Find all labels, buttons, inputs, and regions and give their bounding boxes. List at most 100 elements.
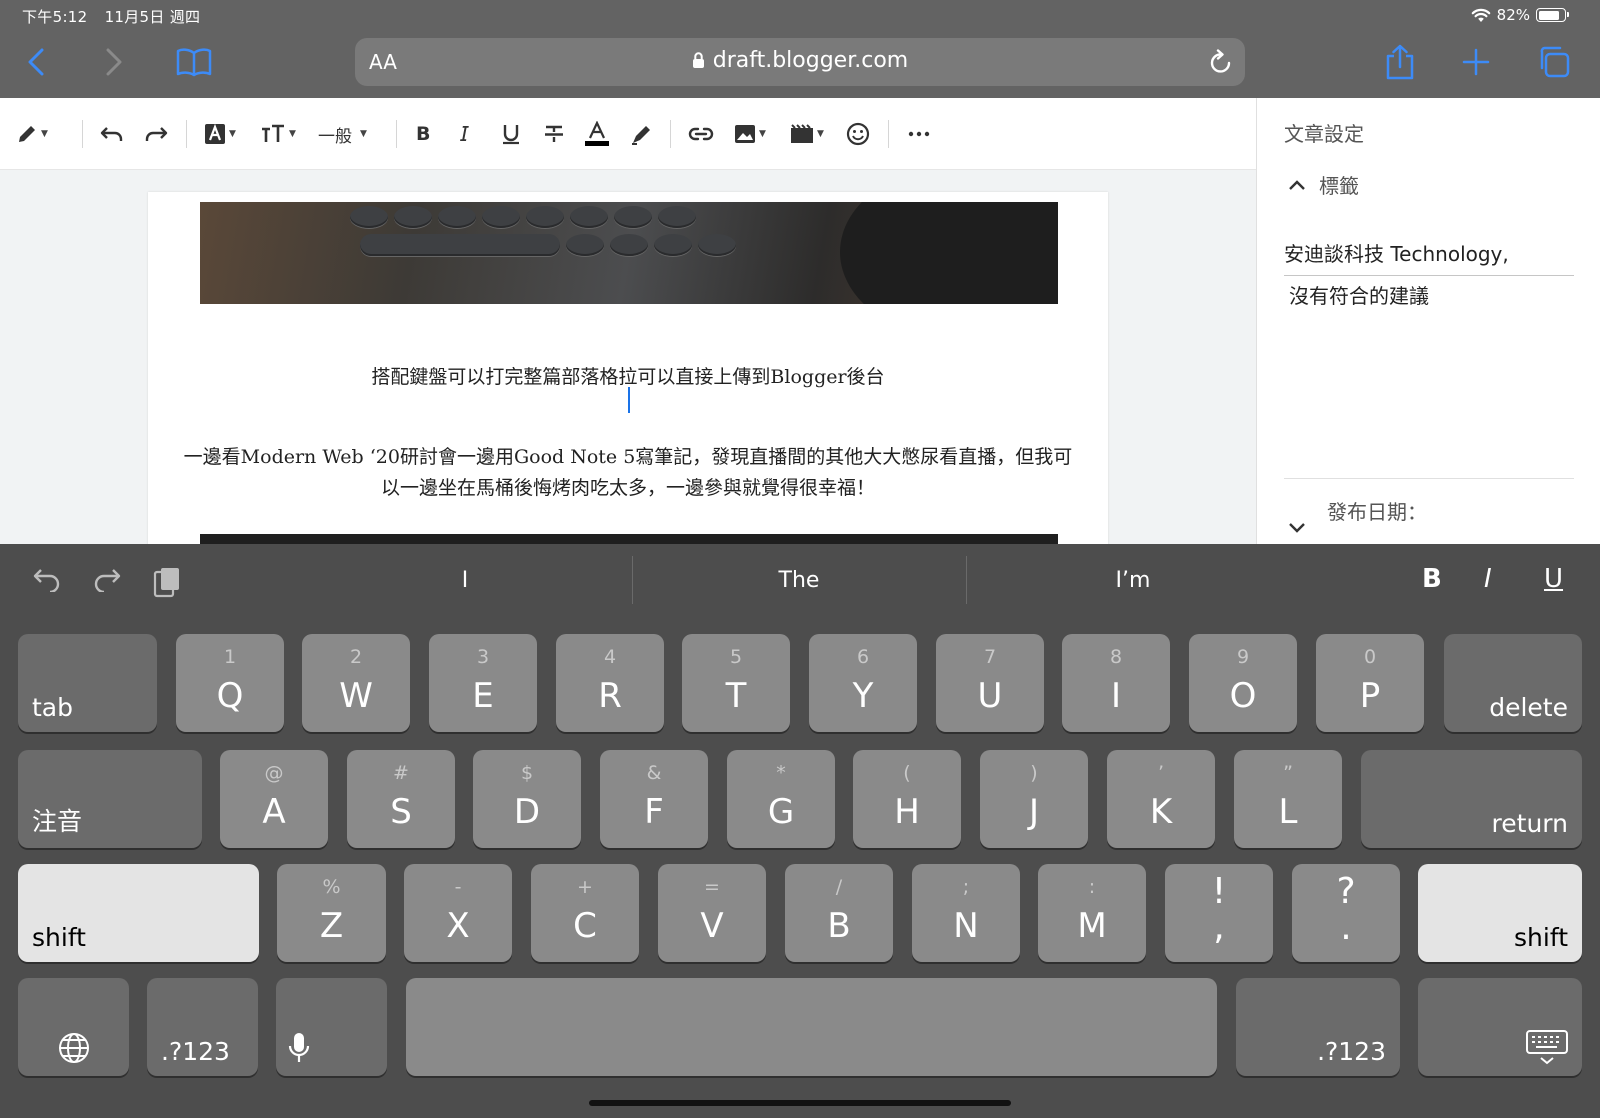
underline-button[interactable] <box>502 118 520 150</box>
keyboard-underline-button[interactable]: U <box>1544 564 1563 594</box>
key-t[interactable]: 5T <box>682 634 790 732</box>
undo-button[interactable] <box>100 118 124 150</box>
post-body[interactable]: 搭配鍵盤可以打完整篇部落格拉可以直接上傳到Blogger後台 一邊看Modern… <box>148 192 1108 552</box>
key-e[interactable]: 3E <box>429 634 537 732</box>
key-g[interactable]: * G <box>727 750 835 848</box>
highlight-button[interactable] <box>630 118 654 150</box>
return-key[interactable]: return <box>1361 750 1582 848</box>
font-size-button[interactable]: ▼ <box>260 118 296 150</box>
hide-keyboard-key[interactable] <box>1418 978 1582 1076</box>
suggestion-3[interactable]: I’m <box>968 568 1298 593</box>
keyboard-redo-button[interactable] <box>92 566 122 596</box>
key-o[interactable]: 9O <box>1189 634 1297 732</box>
more-options-button[interactable] <box>908 118 930 150</box>
key-f[interactable]: & F <box>600 750 708 848</box>
key-alt-label: # <box>393 762 409 784</box>
key-r[interactable]: 4R <box>556 634 664 732</box>
key-i[interactable]: 8I <box>1062 634 1170 732</box>
insert-link-button[interactable] <box>688 118 714 150</box>
bookmarks-button[interactable] <box>174 42 214 82</box>
keyboard-paste-button[interactable] <box>152 566 182 602</box>
input-mode-label: 注音 <box>32 807 83 836</box>
key-q[interactable]: 1Q <box>176 634 284 732</box>
labels-input[interactable]: 安迪談科技 Technology, <box>1284 238 1574 276</box>
text-color-button[interactable] <box>584 118 610 150</box>
key-label: R <box>598 676 622 716</box>
keyboard-bold-button[interactable]: B <box>1422 564 1442 594</box>
keyboard-italic-button[interactable]: I <box>1484 564 1492 594</box>
status-date: 11月5日 週四 <box>104 8 201 26</box>
font-button[interactable]: ▼ <box>204 118 236 150</box>
input-mode-key[interactable]: 注音 <box>18 750 202 848</box>
redo-button[interactable] <box>144 118 168 150</box>
key-top-label: ? <box>1336 871 1356 912</box>
delete-key[interactable]: delete <box>1444 634 1582 732</box>
numbers-key-label: .?123 <box>161 1037 230 1066</box>
key-z[interactable]: % Z <box>277 864 386 962</box>
paragraph-style-dropdown[interactable]: 一般 ▼ <box>318 118 367 150</box>
forward-button[interactable] <box>94 42 134 82</box>
key-w[interactable]: 2W <box>302 634 410 732</box>
dictation-key[interactable] <box>276 978 387 1076</box>
address-bar[interactable]: AA draft.blogger.com <box>355 38 1245 86</box>
more-horizontal-icon <box>908 131 930 137</box>
strikethrough-button[interactable] <box>544 118 564 150</box>
insert-image-button[interactable]: ▼ <box>734 118 766 150</box>
suggestion-1[interactable]: I <box>300 568 630 593</box>
emoji-button[interactable] <box>846 118 870 150</box>
tabs-button[interactable] <box>1534 42 1574 82</box>
suggestion-2[interactable]: The <box>634 568 964 593</box>
chevron-left-icon <box>28 48 44 76</box>
key-exclaim-comma[interactable]: !, <box>1165 864 1273 962</box>
undo-icon <box>100 127 123 141</box>
publish-date-toggle[interactable] <box>1289 518 1305 537</box>
mode-button[interactable]: ▼ <box>16 118 48 150</box>
numbers-key-left[interactable]: .?123 <box>147 978 258 1076</box>
toolbar-divider <box>82 120 83 148</box>
key-p[interactable]: 0P <box>1316 634 1424 732</box>
key-v[interactable]: = V <box>658 864 766 962</box>
bold-button[interactable]: 𝗕 <box>416 118 430 150</box>
key-y[interactable]: 6Y <box>809 634 917 732</box>
publish-date-label[interactable]: 發布日期： <box>1327 496 1427 525</box>
tab-key[interactable]: tab <box>18 634 157 732</box>
numbers-key-right[interactable]: .?123 <box>1236 978 1400 1076</box>
key-top-label: ! <box>1211 871 1227 912</box>
key-c[interactable]: + C <box>531 864 639 962</box>
key-h[interactable]: (H <box>853 750 961 848</box>
reload-button[interactable] <box>1209 49 1233 79</box>
key-alt-label: ) <box>1030 762 1038 784</box>
italic-button[interactable]: 𝘐 <box>460 118 469 150</box>
labels-section-toggle[interactable]: 標籤 <box>1289 170 1359 199</box>
key-s[interactable]: # S <box>347 750 455 848</box>
key-label: P <box>1359 676 1381 716</box>
key-k[interactable]: ’ K <box>1107 750 1215 848</box>
key-alt-label: ; <box>962 876 970 898</box>
key-x[interactable]: -X <box>404 864 512 962</box>
key-n[interactable]: ; N <box>912 864 1020 962</box>
keyboard-undo-button[interactable] <box>32 566 62 596</box>
key-u[interactable]: 7U <box>936 634 1044 732</box>
key-m[interactable]: :M <box>1038 864 1146 962</box>
key-question-period[interactable]: ?. <box>1292 864 1400 962</box>
photo-shadow <box>840 202 1058 304</box>
space-key[interactable] <box>406 978 1217 1076</box>
insert-video-button[interactable]: ▼ <box>790 118 824 150</box>
key-alt-label: - <box>454 876 462 898</box>
dropdown-caret-icon: ▼ <box>759 129 766 139</box>
key-d[interactable]: $ D <box>473 750 581 848</box>
shift-key-left[interactable]: shift <box>18 864 259 962</box>
section-divider <box>1284 478 1574 479</box>
key-b[interactable]: / B <box>785 864 893 962</box>
key-label: A <box>262 792 286 832</box>
key-l[interactable]: ” L <box>1234 750 1342 848</box>
key-j[interactable]: ) J <box>980 750 1088 848</box>
url-display[interactable]: draft.blogger.com <box>355 48 1245 73</box>
shift-key-right[interactable]: shift <box>1418 864 1582 962</box>
chevron-down-icon <box>1289 523 1305 533</box>
back-button[interactable] <box>16 42 56 82</box>
share-button[interactable] <box>1380 42 1420 82</box>
globe-key[interactable] <box>18 978 129 1076</box>
key-a[interactable]: @ A <box>220 750 328 848</box>
new-tab-button[interactable] <box>1456 42 1496 82</box>
